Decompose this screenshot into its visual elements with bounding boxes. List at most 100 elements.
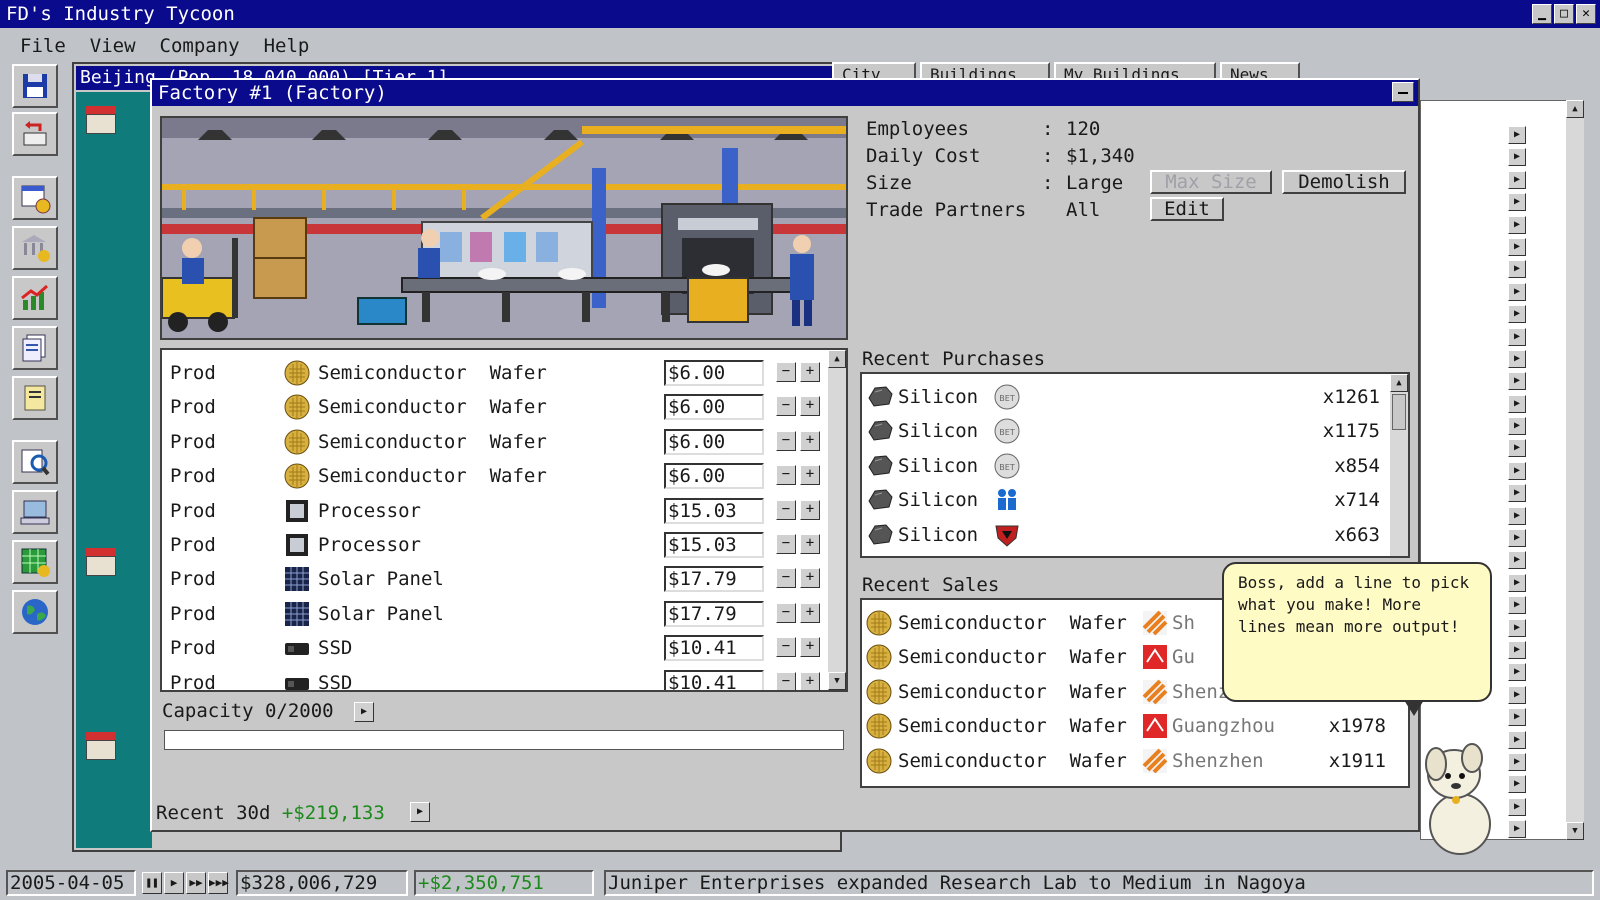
price-increase-button[interactable]: + [800, 465, 820, 486]
research-button[interactable] [12, 440, 58, 484]
production-line-row[interactable]: Prod Processor $15.03− + [162, 494, 830, 528]
building-open-button[interactable]: ▶ [1508, 551, 1526, 570]
building-open-button[interactable]: ▶ [1508, 775, 1526, 794]
factory-building-icon[interactable] [84, 102, 118, 136]
bank-button[interactable] [12, 226, 58, 270]
building-open-button[interactable]: ▶ [1508, 349, 1526, 368]
building-open-button[interactable]: ▶ [1508, 573, 1526, 592]
purchase-row[interactable]: Silicon x663 [862, 516, 1402, 550]
capacity-expand-button[interactable]: ▶ [354, 702, 374, 722]
scroll-up-button[interactable]: ▲ [828, 350, 846, 368]
product-name[interactable]: Semiconductor Wafer [318, 431, 547, 453]
price-increase-button[interactable]: + [800, 396, 820, 417]
price-input[interactable]: $10.41 [664, 669, 764, 690]
price-decrease-button[interactable]: − [776, 534, 796, 554]
price-input[interactable]: $17.79 [664, 600, 764, 627]
sale-row[interactable]: Semiconductor Wafer Shenzhen x1911 [862, 742, 1402, 776]
building-open-button[interactable]: ▶ [1508, 417, 1526, 436]
building-open-button[interactable]: ▶ [1508, 484, 1526, 503]
menu-help[interactable]: Help [264, 28, 310, 58]
product-name[interactable]: Semiconductor Wafer [318, 396, 547, 418]
maximize-button[interactable]: □ [1554, 4, 1574, 24]
production-line-row[interactable]: Prod Semiconductor Wafer $6.00− + [162, 425, 830, 459]
demolish-button[interactable]: Demolish [1282, 170, 1406, 194]
scroll-down-button[interactable]: ▼ [1566, 822, 1584, 840]
price-input[interactable]: $15.03 [664, 497, 764, 524]
building-open-button[interactable]: ▶ [1508, 640, 1526, 659]
scroll-up-button[interactable]: ▲ [1390, 374, 1408, 392]
building-open-button[interactable]: ▶ [1508, 126, 1526, 144]
price-decrease-button[interactable]: − [776, 499, 796, 520]
production-line-row[interactable]: Prod Processor $15.03− + [162, 528, 830, 562]
production-line-row[interactable]: Prod SSD $10.41− + [162, 631, 830, 665]
menu-view[interactable]: View [90, 28, 136, 58]
computer-button[interactable] [12, 490, 58, 534]
building-open-button[interactable]: ▶ [1508, 529, 1526, 548]
building-open-button[interactable]: ▶ [1508, 663, 1526, 682]
price-input[interactable]: $6.00 [664, 394, 764, 421]
contracts-button[interactable] [12, 376, 58, 420]
edit-trade-partners-button[interactable]: Edit [1150, 197, 1224, 221]
price-input[interactable]: $6.00 [664, 428, 764, 455]
building-open-button[interactable]: ▶ [1508, 170, 1526, 189]
price-increase-button[interactable]: + [800, 534, 820, 554]
dog-mascot-icon[interactable] [1420, 728, 1500, 858]
factory-building-icon[interactable] [84, 544, 118, 578]
building-open-button[interactable]: ▶ [1508, 148, 1526, 167]
product-name[interactable]: Solar Panel [318, 603, 444, 625]
building-open-button[interactable]: ▶ [1508, 372, 1526, 391]
price-input[interactable]: $10.41 [664, 635, 764, 662]
building-open-button[interactable]: ▶ [1508, 439, 1526, 458]
production-line-row[interactable]: Prod Solar Panel $17.79− + [162, 597, 830, 631]
price-decrease-button[interactable]: − [776, 671, 796, 690]
building-open-button[interactable]: ▶ [1508, 305, 1526, 324]
building-open-button[interactable]: ▶ [1508, 215, 1526, 234]
product-name[interactable]: SSD [318, 672, 352, 690]
product-name[interactable]: SSD [318, 637, 352, 659]
finance-button[interactable] [12, 176, 58, 220]
purchases-scrollbar[interactable]: ▲ [1390, 374, 1408, 556]
play-button[interactable]: ▶ [164, 872, 184, 894]
product-name[interactable]: Processor [318, 534, 421, 556]
pause-button[interactable]: ❚❚ [142, 872, 162, 894]
fast-forward-button[interactable]: ▶▶ [186, 872, 206, 894]
report-button[interactable] [12, 326, 58, 370]
production-line-row[interactable]: Prod SSD $10.41− + [162, 666, 830, 690]
sale-row[interactable]: Semiconductor Wafer Guangzhou x1978 [862, 707, 1402, 741]
building-open-button[interactable]: ▶ [1508, 618, 1526, 637]
building-open-button[interactable]: ▶ [1508, 752, 1526, 771]
menu-company[interactable]: Company [160, 28, 240, 58]
price-increase-button[interactable]: + [800, 602, 820, 623]
price-increase-button[interactable]: + [800, 671, 820, 690]
close-button[interactable]: ✕ [1576, 4, 1596, 24]
spreadsheet-button[interactable] [12, 540, 58, 584]
price-decrease-button[interactable]: − [776, 396, 796, 417]
price-decrease-button[interactable]: − [776, 362, 796, 382]
globe-button[interactable] [12, 590, 58, 634]
building-open-button[interactable]: ▶ [1508, 797, 1526, 816]
price-decrease-button[interactable]: − [776, 568, 796, 589]
price-increase-button[interactable]: + [800, 637, 820, 658]
building-open-button[interactable]: ▶ [1508, 237, 1526, 256]
building-open-button[interactable]: ▶ [1508, 708, 1526, 727]
scroll-down-button[interactable]: ▼ [828, 672, 846, 690]
purchase-row[interactable]: Silicon BET x854 [862, 447, 1402, 481]
purchase-row[interactable]: Silicon BET x1175 [862, 412, 1402, 446]
product-name[interactable]: Semiconductor Wafer [318, 465, 547, 487]
factory-building-icon[interactable] [84, 728, 118, 762]
scroll-up-button[interactable]: ▲ [1566, 100, 1584, 118]
product-name[interactable]: Processor [318, 500, 421, 522]
price-increase-button[interactable]: + [800, 362, 820, 382]
price-increase-button[interactable]: + [800, 568, 820, 589]
stocks-button[interactable] [12, 276, 58, 320]
city-map[interactable] [76, 92, 152, 848]
building-open-button[interactable]: ▶ [1508, 260, 1526, 279]
menu-file[interactable]: File [20, 28, 66, 58]
price-decrease-button[interactable]: − [776, 602, 796, 623]
building-open-button[interactable]: ▶ [1508, 596, 1526, 615]
minimize-button[interactable]: ▁ [1532, 4, 1552, 24]
production-line-row[interactable]: Prod Semiconductor Wafer $6.00− + [162, 390, 830, 424]
price-input[interactable]: $17.79 [664, 566, 764, 593]
purchase-row[interactable]: Silicon x714 [862, 481, 1402, 515]
production-line-row[interactable]: Prod Solar Panel $17.79− + [162, 562, 830, 596]
